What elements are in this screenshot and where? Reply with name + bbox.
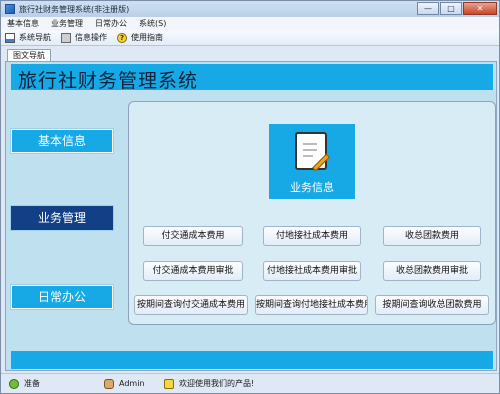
message-icon [164,378,174,389]
query-group-payment-button[interactable]: 按期间查询收总团款费用 [375,295,489,315]
window-title: 旅行社财务管理系统(非注册版) [19,4,130,14]
status-bar: 准备 Admin 欢迎使用我们的产品! [1,373,499,393]
info-ops-label: 信息操作 [75,33,107,42]
status-ready-text: 准备 [24,379,40,388]
footer-bar [11,351,493,369]
tab-graphic-nav[interactable]: 图文导航 [7,49,51,61]
system-nav-label: 系统导航 [19,33,51,42]
business-info-label: 业务信息 [290,181,334,194]
pay-ground-agency-cost-button[interactable]: 付地接社成本费用 [263,226,361,246]
app-icon [5,4,15,14]
info-ops-button[interactable]: 信息操作 [57,32,113,43]
system-nav-button[interactable]: 系统导航 [1,32,57,43]
window-icon [5,32,15,43]
guide-button[interactable]: ? 使用指南 [113,32,169,43]
approve-ground-agency-cost-button[interactable]: 付地接社成本费用审批 [263,261,361,281]
approve-group-payment-button[interactable]: 收总团款费用审批 [383,261,481,281]
business-panel: 业务信息 付交通成本费用 付地接社成本费用 收总团款费用 付交通成本费用审批 付… [128,101,496,325]
pay-transport-cost-button[interactable]: 付交通成本费用 [143,226,243,246]
status-ready: 准备 [9,378,104,389]
nav-basic-info-button[interactable]: 基本信息 [11,129,113,153]
main-content: 旅行社财务管理系统 基本信息 业务管理 日常办公 业务信息 付交通成本费用 付地… [5,61,497,371]
ready-icon [9,378,19,389]
status-message: 欢迎使用我们的产品! [164,378,254,389]
status-user-text: Admin [119,379,145,388]
guide-label: 使用指南 [131,33,163,42]
approve-transport-cost-button[interactable]: 付交通成本费用审批 [143,261,243,281]
menu-basic-info[interactable]: 基本信息 [1,18,45,29]
help-icon: ? [117,32,127,43]
title-bar: 旅行社财务管理系统(非注册版) — □ ✕ [1,1,499,17]
tab-strip: 图文导航 [1,47,499,61]
header-banner: 旅行社财务管理系统 [11,64,493,92]
receive-group-payment-button[interactable]: 收总团款费用 [383,226,481,246]
document-edit-icon [295,132,330,172]
minimize-button[interactable]: — [417,2,439,15]
menu-business[interactable]: 业务管理 [45,18,89,29]
toolbar: 系统导航 信息操作 ? 使用指南 [1,30,499,46]
business-info-card[interactable]: 业务信息 [269,124,355,199]
nav-daily-office-button[interactable]: 日常办公 [11,285,113,309]
status-message-text: 欢迎使用我们的产品! [179,379,255,388]
app-window: 旅行社财务管理系统(非注册版) — □ ✕ 基本信息 业务管理 日常办公 系统(… [0,0,500,394]
user-icon [104,378,114,389]
status-user: Admin [104,378,164,389]
window-controls: — □ ✕ [417,2,497,15]
nav-business-button[interactable]: 业务管理 [11,206,113,230]
maximize-button[interactable]: □ [440,2,462,15]
query-ground-agency-cost-button[interactable]: 按期间查询付地接社成本费用 [255,295,368,315]
close-button[interactable]: ✕ [463,2,497,15]
page-title: 旅行社财务管理系统 [18,70,199,92]
menu-system[interactable]: 系统(S) [133,18,172,29]
menu-bar: 基本信息 业务管理 日常办公 系统(S) [1,17,499,30]
menu-daily-office[interactable]: 日常办公 [89,18,133,29]
query-transport-cost-button[interactable]: 按期间查询付交通成本费用 [134,295,248,315]
grid-icon [61,32,71,43]
